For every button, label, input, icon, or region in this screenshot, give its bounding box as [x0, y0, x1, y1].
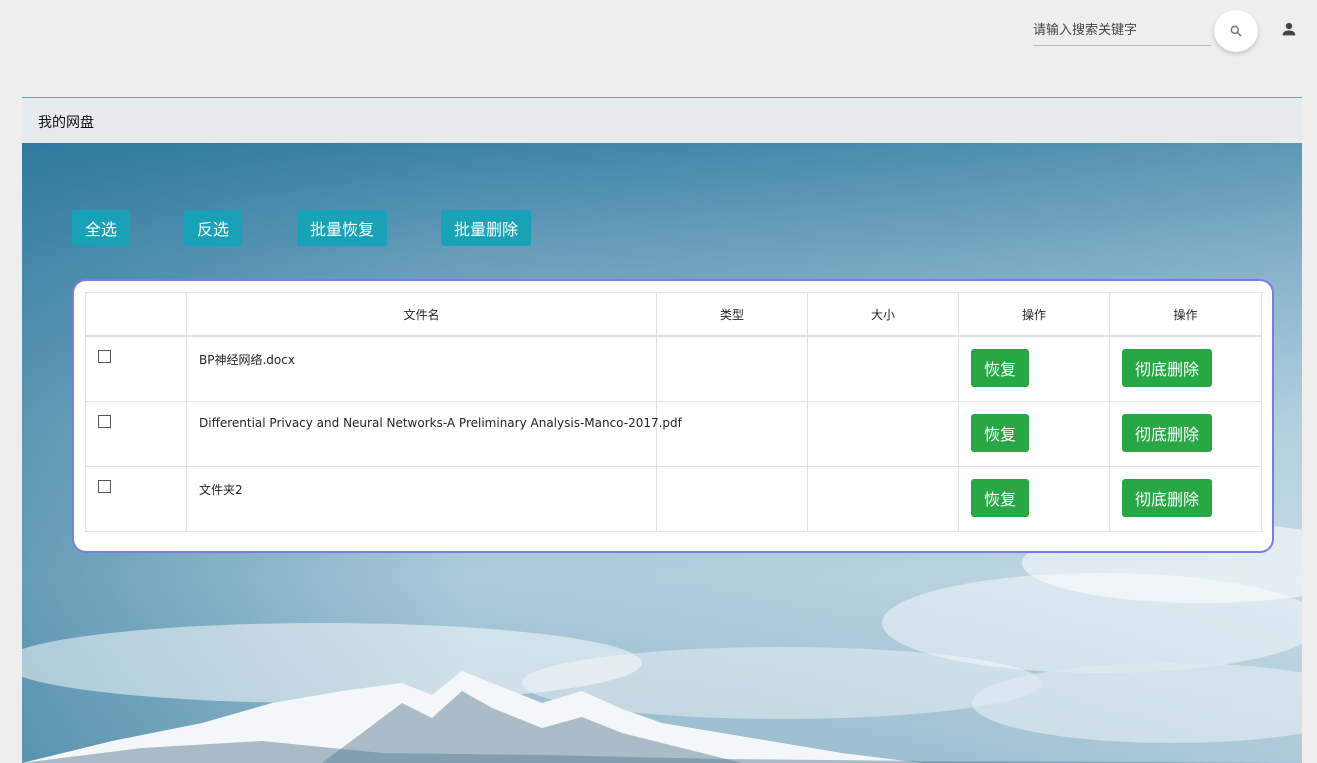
- file-name: 文件夹2: [199, 483, 243, 497]
- type-cell: [656, 401, 808, 467]
- restore-cell: 恢复: [958, 335, 1110, 402]
- type-cell: [656, 335, 808, 402]
- delete-cell: 彻底删除: [1109, 401, 1262, 467]
- column-header-action-restore: 操作: [958, 292, 1110, 337]
- search-input[interactable]: [1033, 17, 1211, 43]
- top-bar: [0, 0, 1317, 64]
- permanent-delete-button[interactable]: 彻底删除: [1122, 349, 1212, 387]
- file-name: Differential Privacy and Neural Networks…: [199, 416, 682, 430]
- column-header-type: 类型: [656, 292, 808, 337]
- select-cell: [85, 401, 187, 467]
- batch-delete-button[interactable]: 批量删除: [441, 210, 531, 246]
- select-cell: [85, 466, 187, 532]
- permanent-delete-button[interactable]: 彻底删除: [1122, 414, 1212, 452]
- select-all-button[interactable]: 全选: [72, 210, 130, 246]
- file-name: BP神经网络.docx: [199, 353, 295, 367]
- person-icon: [1282, 22, 1296, 36]
- permanent-delete-button[interactable]: 彻底删除: [1122, 479, 1212, 517]
- recycle-file-table: 文件名 类型 大小 操作 操作 BP神经网络.docx 恢复 彻底删除 Diff…: [85, 292, 1262, 532]
- delete-cell: 彻底删除: [1109, 466, 1262, 532]
- file-table-card: 文件名 类型 大小 操作 操作 BP神经网络.docx 恢复 彻底删除 Diff…: [72, 279, 1274, 553]
- restore-cell: 恢复: [958, 466, 1110, 532]
- size-cell: [807, 466, 959, 532]
- column-header-size: 大小: [807, 292, 959, 337]
- search-icon: [1230, 25, 1242, 37]
- type-cell: [656, 466, 808, 532]
- user-menu-button[interactable]: [1278, 18, 1300, 40]
- row-checkbox[interactable]: [98, 350, 111, 363]
- table-row: 文件夹2 恢复 彻底删除: [85, 466, 1262, 532]
- restore-button[interactable]: 恢复: [971, 479, 1029, 517]
- restore-cell: 恢复: [958, 401, 1110, 467]
- table-row: Differential Privacy and Neural Networks…: [85, 401, 1262, 467]
- filename-cell: 文件夹2: [186, 466, 657, 532]
- filename-cell: BP神经网络.docx: [186, 335, 657, 402]
- restore-button[interactable]: 恢复: [971, 414, 1029, 452]
- select-cell: [85, 335, 187, 402]
- search-button[interactable]: [1214, 10, 1258, 52]
- row-checkbox[interactable]: [98, 415, 111, 428]
- column-header-filename: 文件名: [186, 292, 657, 337]
- size-cell: [807, 335, 959, 402]
- batch-restore-button[interactable]: 批量恢复: [297, 210, 387, 246]
- search-field: [1033, 17, 1211, 46]
- table-row: BP神经网络.docx 恢复 彻底删除: [85, 335, 1262, 402]
- column-header-action-delete: 操作: [1109, 292, 1262, 337]
- panel-title: 我的网盘: [38, 115, 94, 131]
- disk-panel: 我的网盘 全选 反选 批量恢复 批量删除 文件名 类型 大小 操作 操作 BP神…: [22, 97, 1302, 763]
- table-header-row: 文件名 类型 大小 操作 操作: [85, 292, 1262, 337]
- row-checkbox[interactable]: [98, 480, 111, 493]
- delete-cell: 彻底删除: [1109, 335, 1262, 402]
- size-cell: [807, 401, 959, 467]
- column-header-checkbox: [85, 292, 187, 337]
- filename-cell: Differential Privacy and Neural Networks…: [186, 401, 682, 467]
- invert-selection-button[interactable]: 反选: [184, 210, 242, 246]
- restore-button[interactable]: 恢复: [971, 349, 1029, 387]
- panel-header: 我的网盘: [22, 97, 1302, 143]
